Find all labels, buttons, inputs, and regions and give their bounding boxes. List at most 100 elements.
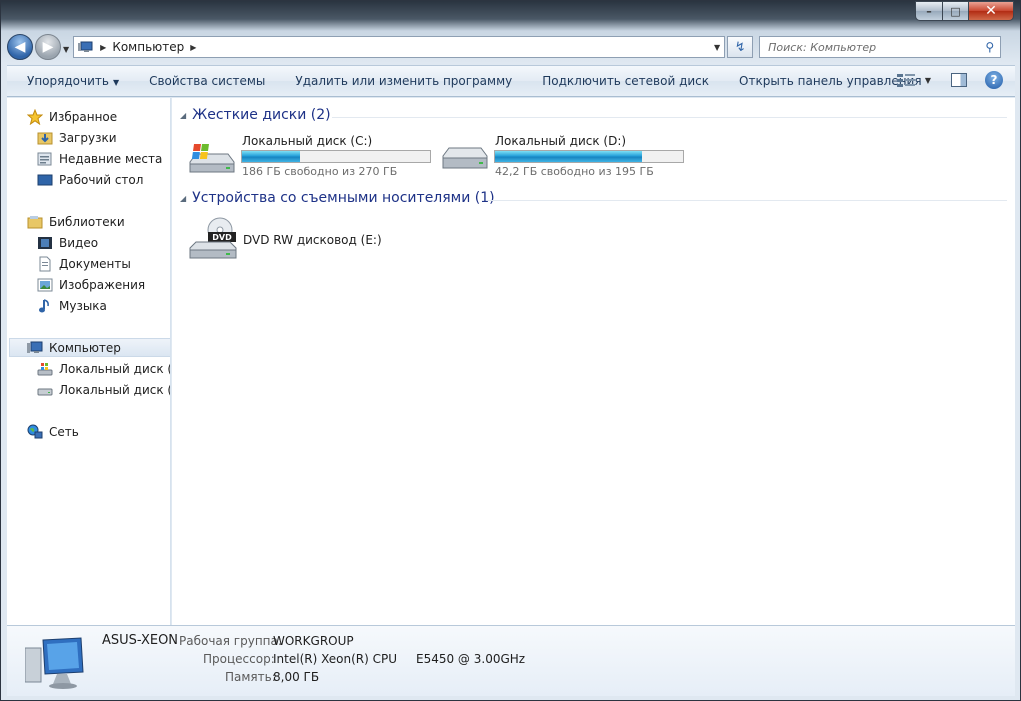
- navigation-bar: ◀ ▶ ▼ ▶ Компьютер ▶ ▼ ↯ ⚲: [7, 33, 1017, 61]
- sidebar-item-music[interactable]: Музыка: [37, 296, 107, 316]
- address-bar[interactable]: ▶ Компьютер ▶ ▼: [73, 36, 726, 58]
- sidebar-item-label: Сеть: [49, 425, 79, 439]
- breadcrumb-separator[interactable]: ▶: [100, 43, 106, 52]
- minimize-button[interactable]: –: [915, 1, 942, 21]
- sidebar-item-desktop[interactable]: Рабочий стол: [37, 170, 143, 190]
- windows-drive-icon: [37, 361, 53, 377]
- drive-free-space: 42,2 ГБ свободно из 195 ГБ: [495, 165, 654, 178]
- processor-model: E5450 @ 3.00GHz: [416, 652, 526, 666]
- network-globe-icon: [27, 424, 43, 440]
- sidebar-item-libraries[interactable]: Библиотеки: [27, 212, 125, 232]
- uninstall-program-button[interactable]: Удалить или изменить программу: [280, 74, 527, 88]
- sidebar-item-label: Компьютер: [49, 341, 121, 355]
- drive-tile-c[interactable]: Локальный диск (C:) 186 ГБ свободно из 2…: [186, 132, 436, 182]
- system-properties-button[interactable]: Свойства системы: [134, 74, 280, 88]
- sidebar-item-label: Локальный диск (C:: [59, 362, 170, 376]
- hard-drive-icon: [439, 146, 491, 179]
- map-network-drive-button[interactable]: Подключить сетевой диск: [527, 74, 724, 88]
- breadcrumb-separator[interactable]: ▶: [190, 43, 196, 52]
- search-box[interactable]: ⚲: [759, 36, 1002, 58]
- sidebar-item-documents[interactable]: Документы: [37, 254, 131, 274]
- windows-drive-icon: [186, 142, 238, 183]
- drive-usage-bar: [241, 150, 431, 163]
- libraries-icon: [27, 214, 43, 230]
- workgroup-value: WORKGROUP: [273, 634, 354, 648]
- drive-usage-fill: [495, 151, 642, 162]
- downloads-folder-icon: [37, 130, 53, 146]
- sidebar-item-label: Загрузки: [59, 131, 117, 145]
- sidebar-item-drive-d[interactable]: Локальный диск (D:: [37, 380, 170, 400]
- sidebar-item-recent[interactable]: Недавние места: [37, 149, 162, 169]
- magnifier-icon[interactable]: ⚲: [985, 40, 994, 54]
- memory-label: Память:: [225, 670, 276, 684]
- change-view-icon[interactable]: [896, 73, 915, 87]
- explorer-window: – □ ✕ ◀ ▶ ▼ ▶ Компьютер ▶ ▼ ↯ ⚲ Упорядоч…: [0, 0, 1021, 701]
- drive-name: Локальный диск (D:): [495, 134, 627, 148]
- caption-buttons: – □ ✕: [915, 1, 1014, 21]
- drive-tile-d[interactable]: Локальный диск (D:) 42,2 ГБ свободно из …: [439, 132, 689, 182]
- breadcrumb-computer[interactable]: Компьютер: [112, 40, 184, 54]
- hard-drive-icon: [37, 382, 53, 398]
- navigation-pane: Избранное Загрузки Недавние места Рабочи…: [7, 98, 171, 625]
- collapse-triangle-icon[interactable]: ◢: [180, 194, 186, 203]
- help-button[interactable]: ?: [985, 71, 1003, 89]
- command-bar-tools: ▼ ?: [896, 71, 1003, 89]
- svg-text:DVD: DVD: [212, 233, 232, 242]
- drive-usage-bar: [494, 150, 684, 163]
- sidebar-item-images[interactable]: Изображения: [37, 275, 145, 295]
- star-icon: [26, 108, 44, 126]
- address-dropdown-icon[interactable]: ▼: [714, 43, 720, 52]
- refresh-button[interactable]: ↯: [727, 36, 754, 58]
- drive-name: DVD RW дисковод (E:): [243, 233, 382, 247]
- drive-tile-dvd[interactable]: DVD DVD RW дисковод (E:): [186, 216, 416, 266]
- sidebar-item-favorites[interactable]: Избранное: [26, 107, 118, 127]
- memory-value: 8,00 ГБ: [273, 670, 320, 684]
- drive-free-space: 186 ГБ свободно из 270 ГБ: [242, 165, 398, 178]
- group-header-label: Жесткие диски (2): [192, 107, 331, 123]
- command-bar: Упорядочить ▼ Свойства системы Удалить ил…: [7, 65, 1015, 97]
- group-divider: [332, 117, 1007, 118]
- details-pane: ASUS-XEON Рабочая группа: WORKGROUP Проц…: [7, 625, 1015, 696]
- organize-menu[interactable]: Упорядочить ▼: [7, 74, 134, 88]
- preview-pane-icon[interactable]: [951, 73, 967, 87]
- sidebar-item-network[interactable]: Сеть: [27, 422, 79, 442]
- organize-label: Упорядочить: [27, 74, 109, 88]
- collapse-triangle-icon[interactable]: ◢: [180, 111, 186, 120]
- close-button[interactable]: ✕: [968, 1, 1014, 21]
- sidebar-item-label: Библиотеки: [49, 215, 125, 229]
- computer-monitor-icon: [24, 634, 87, 695]
- group-header-hard-disks[interactable]: ◢ Жесткие диски (2): [180, 107, 331, 123]
- sidebar-item-label: Недавние места: [59, 152, 163, 166]
- maximize-button[interactable]: □: [942, 1, 968, 21]
- computer-icon: [78, 41, 94, 53]
- desktop-icon: [37, 172, 53, 188]
- view-options-dropdown[interactable]: ▼: [925, 76, 931, 85]
- sidebar-item-video[interactable]: Видео: [37, 233, 98, 253]
- drive-usage-fill: [242, 151, 301, 162]
- search-input[interactable]: [768, 40, 969, 54]
- sidebar-item-label: Локальный диск (D:: [59, 383, 170, 397]
- sidebar-item-label: Изображения: [59, 278, 146, 292]
- group-header-removable[interactable]: ◢ Устройства со съемными носителями (1): [180, 190, 495, 206]
- sidebar-item-computer[interactable]: Компьютер: [27, 338, 121, 358]
- sidebar-item-label: Документы: [59, 257, 131, 271]
- dvd-drive-icon: DVD: [186, 216, 240, 269]
- sidebar-item-label: Избранное: [49, 110, 118, 124]
- forward-button[interactable]: ▶: [35, 34, 61, 60]
- drive-name: Локальный диск (C:): [242, 134, 373, 148]
- sidebar-item-downloads[interactable]: Загрузки: [37, 128, 117, 148]
- file-list-pane: ◢ Жесткие диски (2) Локальный диск (C:) …: [172, 98, 1015, 625]
- group-divider: [487, 200, 1007, 201]
- computer-icon: [27, 340, 43, 356]
- group-header-label: Устройства со съемными носителями (1): [192, 190, 495, 206]
- images-icon: [37, 277, 53, 293]
- sidebar-item-drive-c[interactable]: Локальный диск (C:: [37, 359, 170, 379]
- processor-label: Процессор:: [203, 652, 275, 666]
- processor-value: Intel(R) Xeon(R) CPU: [273, 652, 398, 666]
- computer-name: ASUS-XEON: [102, 633, 179, 648]
- back-button[interactable]: ◀: [7, 34, 33, 60]
- recent-pages-dropdown[interactable]: ▼: [63, 45, 69, 54]
- chevron-down-icon: ▼: [112, 78, 120, 87]
- documents-icon: [37, 256, 53, 272]
- video-icon: [37, 235, 53, 251]
